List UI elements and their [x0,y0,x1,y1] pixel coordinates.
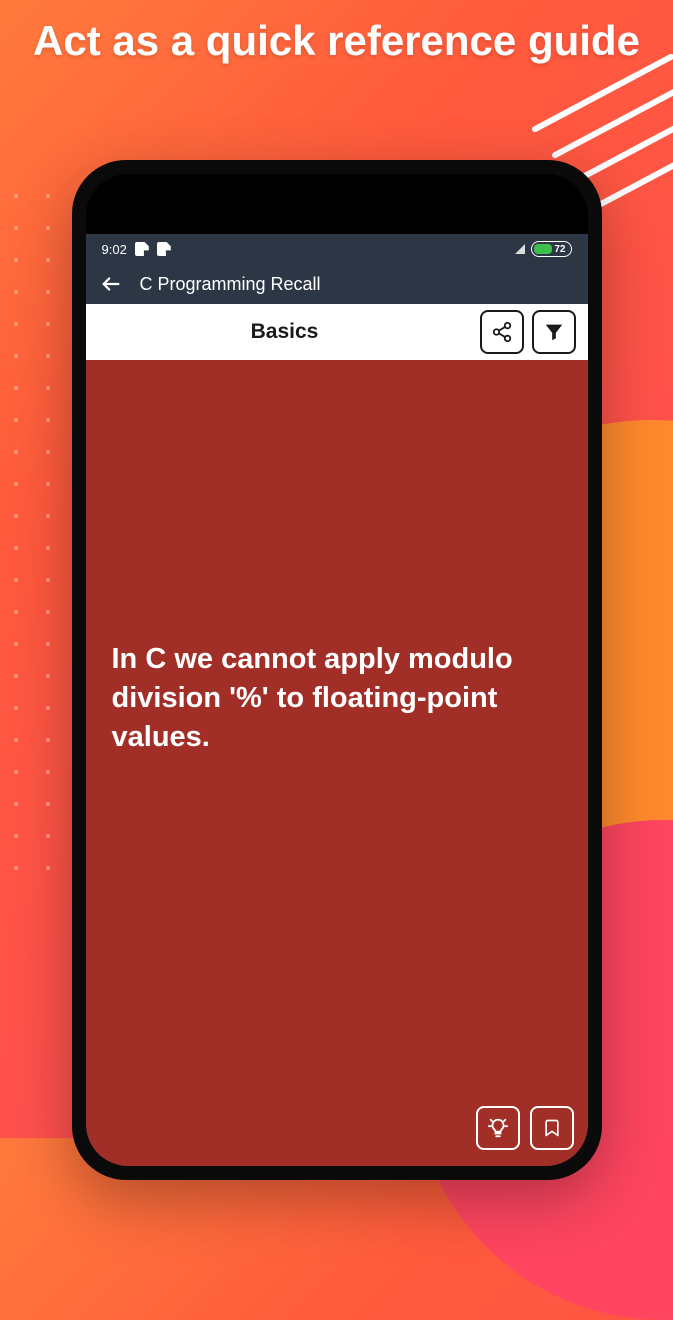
lightbulb-icon [487,1117,509,1139]
status-bar: 9:02 72 [86,234,588,264]
marketing-headline: Act as a quick reference guide [0,0,673,66]
card-actions [476,1106,574,1150]
notification-icon [157,242,171,256]
status-time: 9:02 [102,242,127,257]
battery-level: 72 [554,244,565,255]
phone-inner: 9:02 72 C Programming Recall [86,174,588,1166]
share-icon [491,321,513,343]
status-left: 9:02 [102,242,171,257]
toolbar: Basics [86,304,588,360]
share-button[interactable] [480,310,524,354]
battery-indicator: 72 [531,241,571,257]
phone-frame: 9:02 72 C Programming Recall [72,160,602,1180]
bookmark-button[interactable] [530,1106,574,1150]
status-right: 72 [515,241,571,257]
bookmark-icon [542,1117,562,1139]
back-button[interactable] [100,273,122,295]
signal-icon [515,244,525,254]
screen: 9:02 72 C Programming Recall [86,234,588,1166]
filter-icon [543,321,565,343]
filter-button[interactable] [532,310,576,354]
fact-card[interactable]: In C we cannot apply modulo division '%'… [86,360,588,1166]
notification-icon [135,242,149,256]
fact-text: In C we cannot apply modulo division '%'… [112,640,562,757]
hint-button[interactable] [476,1106,520,1150]
app-bar: C Programming Recall [86,264,588,304]
category-label: Basics [98,320,472,344]
app-title: C Programming Recall [140,274,321,295]
